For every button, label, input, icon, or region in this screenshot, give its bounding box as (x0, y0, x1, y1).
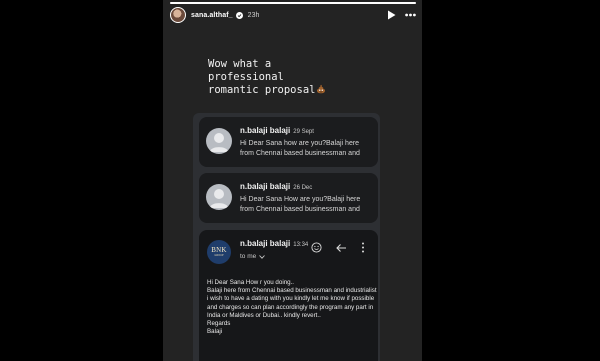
email-sender-name: n.balaji balaji (240, 182, 291, 191)
pile-of-poo-emoji-icon (317, 84, 326, 94)
email-sender: n.balaji balaji 29 Sept (240, 126, 314, 135)
logo-text: BNK (211, 246, 227, 254)
story-timestamp: 23h (247, 11, 260, 19)
recipient-label: to me (240, 253, 257, 260)
verified-badge-icon (235, 11, 243, 19)
more-options-icon[interactable] (405, 13, 416, 17)
story-header: sana.althaf_ 23h (170, 6, 416, 24)
email-list-item[interactable]: n.balaji balaji 26 Dec Hi Dear Sana How a… (199, 173, 378, 223)
story-progress-fill (170, 2, 416, 4)
email-list-item[interactable]: n.balaji balaji 29 Sept Hi Dear Sana how … (199, 117, 378, 167)
story-progress-bar (170, 2, 416, 4)
email-date: 29 Sept (293, 129, 314, 135)
emoji-reaction-icon[interactable] (311, 242, 322, 253)
open-email-body: Hi Dear Sana How r you doing.. Balaji he… (207, 279, 377, 336)
logo-subtext: GROUP (214, 254, 224, 257)
more-vertical-icon[interactable] (361, 242, 365, 253)
sender-avatar-icon (206, 128, 232, 154)
open-email-sender: n.balaji balaji 13:34 (240, 239, 308, 248)
reply-icon[interactable] (336, 243, 347, 253)
email-preview: Hi Dear Sana How are you?Balaji here fro… (240, 196, 361, 213)
email-sender-name: n.balaji balaji (240, 126, 291, 135)
sender-avatar-icon (206, 184, 232, 210)
avatar[interactable] (170, 7, 186, 23)
email-preview: Hi Dear Sana how are you?Balaji here fro… (240, 140, 360, 157)
bnk-group-logo: BNK GROUP (207, 240, 231, 264)
story-caption: Wow what a professional romantic proposa… (208, 58, 378, 97)
email-sender: n.balaji balaji 26 Dec (240, 182, 312, 191)
open-email: BNK GROUP n.balaji balaji 13:34 to me Hi … (199, 230, 378, 361)
open-email-sender-name: n.balaji balaji (240, 239, 291, 248)
chevron-down-icon (259, 254, 266, 259)
recipient-dropdown[interactable]: to me (240, 253, 266, 260)
story-username[interactable]: sana.althaf_ (191, 12, 233, 19)
story-caption-text: Wow what a professional romantic proposa… (208, 58, 316, 96)
play-icon[interactable] (387, 10, 396, 20)
email-date: 26 Dec (293, 185, 313, 191)
open-email-time: 13:34 (293, 242, 309, 248)
